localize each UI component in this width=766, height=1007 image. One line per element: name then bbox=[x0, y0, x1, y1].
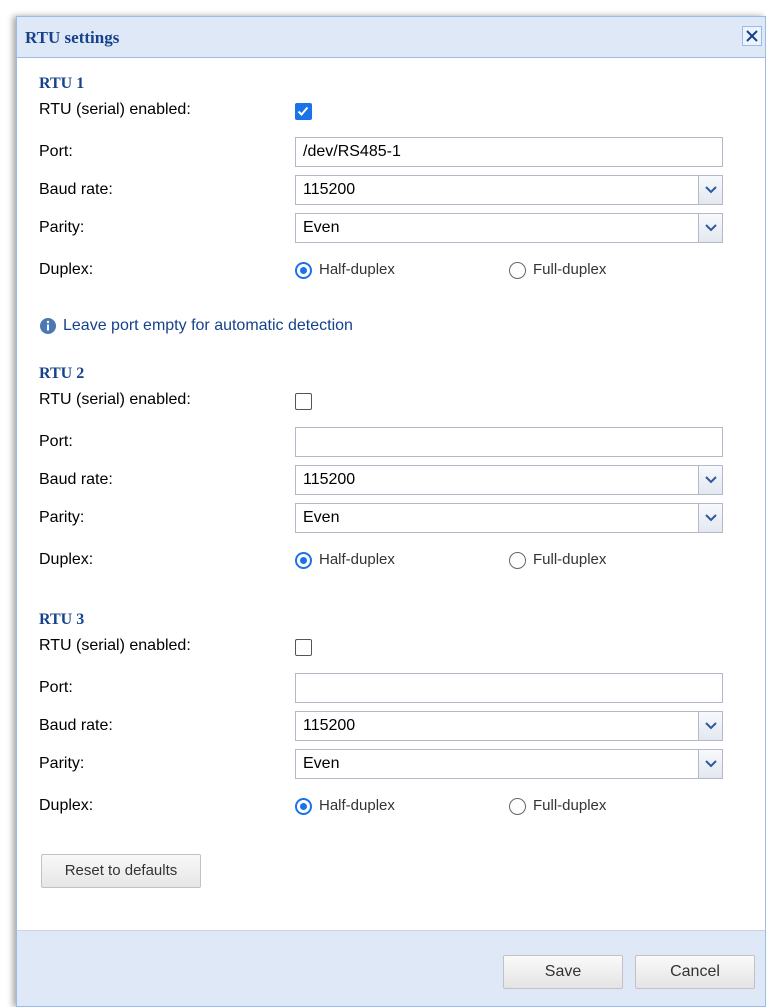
chevron-down-icon bbox=[705, 514, 717, 522]
rtu-2-full-duplex-radio[interactable] bbox=[509, 552, 526, 569]
rtu-3-baud-select[interactable]: 115200 bbox=[295, 711, 723, 741]
close-icon bbox=[746, 30, 758, 42]
rtu-2-parity-label: Parity: bbox=[39, 509, 85, 526]
rtu-3-parity-value: Even bbox=[303, 755, 340, 772]
rtu-3-enabled-checkbox[interactable] bbox=[295, 639, 312, 656]
rtu-2-half-duplex-radio[interactable] bbox=[295, 552, 312, 569]
rtu-1-port-label: Port: bbox=[39, 143, 73, 160]
rtu-1-baud-dropdown-trigger[interactable] bbox=[698, 176, 722, 204]
chevron-down-icon bbox=[705, 476, 717, 484]
rtu-2-enabled-label: RTU (serial) enabled: bbox=[39, 391, 191, 408]
rtu-2-enabled-row: RTU (serial) enabled: bbox=[39, 387, 729, 417]
rtu-3-full-duplex-label: Full-duplex bbox=[533, 797, 607, 814]
chevron-down-icon bbox=[705, 760, 717, 768]
info-text: Leave port empty for automatic detection bbox=[63, 317, 353, 334]
rtu-3-parity-row: Parity: Even bbox=[39, 749, 729, 779]
rtu-2-baud-label: Baud rate: bbox=[39, 471, 113, 488]
rtu-3-port-row: Port: bbox=[39, 673, 729, 703]
checkmark-icon bbox=[297, 106, 309, 116]
rtu-3-enabled-row: RTU (serial) enabled: bbox=[39, 633, 729, 663]
rtu-1-title: RTU 1 bbox=[39, 75, 85, 92]
rtu-2-parity-row: Parity: Even bbox=[39, 503, 729, 533]
rtu-1-half-duplex-radio[interactable] bbox=[295, 262, 312, 279]
dialog-titlebar: RTU settings bbox=[17, 17, 765, 58]
chevron-down-icon bbox=[705, 722, 717, 730]
rtu-2-port-row: Port: bbox=[39, 427, 729, 457]
rtu-3-half-duplex-radio[interactable] bbox=[295, 798, 312, 815]
rtu-3-port-label: Port: bbox=[39, 679, 73, 696]
chevron-down-icon bbox=[705, 186, 717, 194]
rtu-2-baud-dropdown-trigger[interactable] bbox=[698, 466, 722, 494]
rtu-3-baud-label: Baud rate: bbox=[39, 717, 113, 734]
rtu-1-duplex-row: Duplex: Half-duplex Full-duplex bbox=[39, 255, 729, 285]
rtu-3-baud-row: Baud rate: 115200 bbox=[39, 711, 729, 741]
rtu-2-title: RTU 2 bbox=[39, 365, 85, 382]
rtu-3-duplex-row: Duplex: Half-duplex Full-duplex bbox=[39, 791, 729, 821]
rtu-1-port-input[interactable]: /dev/RS485-1 bbox=[295, 137, 723, 167]
rtu-1-parity-row: Parity: Even bbox=[39, 213, 729, 243]
rtu-3-parity-select[interactable]: Even bbox=[295, 749, 723, 779]
rtu-3-full-duplex-radio[interactable] bbox=[509, 798, 526, 815]
rtu-1-parity-dropdown-trigger[interactable] bbox=[698, 214, 722, 242]
dialog-title: RTU settings bbox=[25, 28, 120, 47]
rtu-2-parity-select[interactable]: Even bbox=[295, 503, 723, 533]
rtu-3-title: RTU 3 bbox=[39, 611, 85, 628]
rtu-1-enabled-label: RTU (serial) enabled: bbox=[39, 101, 191, 118]
rtu-1-parity-value: Even bbox=[303, 219, 340, 236]
rtu-1-half-duplex-label: Half-duplex bbox=[319, 261, 395, 278]
rtu-3-baud-value: 115200 bbox=[303, 717, 356, 734]
rtu-2-enabled-checkbox[interactable] bbox=[295, 393, 312, 410]
rtu-1-full-duplex-label: Full-duplex bbox=[533, 261, 607, 278]
reset-to-defaults-button[interactable]: Reset to defaults bbox=[41, 854, 201, 888]
rtu-2-baud-value: 115200 bbox=[303, 471, 356, 488]
rtu-1-duplex-label: Duplex: bbox=[39, 261, 94, 278]
rtu-2-duplex-label: Duplex: bbox=[39, 551, 94, 568]
info-icon bbox=[40, 318, 56, 334]
rtu-1-baud-value: 115200 bbox=[303, 181, 356, 198]
dialog-footer: Save Cancel bbox=[17, 930, 765, 1006]
rtu-2-baud-select[interactable]: 115200 bbox=[295, 465, 723, 495]
rtu-1-full-duplex-radio[interactable] bbox=[509, 262, 526, 279]
rtu-settings-dialog: RTU settings RTU 1 RTU (serial) enabled:… bbox=[16, 16, 766, 1007]
cancel-button[interactable]: Cancel bbox=[635, 955, 755, 989]
save-button[interactable]: Save bbox=[503, 955, 623, 989]
rtu-2-duplex-row: Duplex: Half-duplex Full-duplex bbox=[39, 545, 729, 575]
rtu-2-parity-dropdown-trigger[interactable] bbox=[698, 504, 722, 532]
rtu-3-parity-label: Parity: bbox=[39, 755, 85, 772]
close-button[interactable] bbox=[742, 26, 762, 46]
rtu-1-enabled-checkbox[interactable] bbox=[295, 103, 312, 120]
rtu-1-parity-label: Parity: bbox=[39, 219, 85, 236]
rtu-2-baud-row: Baud rate: 115200 bbox=[39, 465, 729, 495]
rtu-3-parity-dropdown-trigger[interactable] bbox=[698, 750, 722, 778]
rtu-1-baud-label: Baud rate: bbox=[39, 181, 113, 198]
rtu-2-full-duplex-label: Full-duplex bbox=[533, 551, 607, 568]
rtu-2-half-duplex-label: Half-duplex bbox=[319, 551, 395, 568]
rtu-3-duplex-label: Duplex: bbox=[39, 797, 94, 814]
rtu-3-half-duplex-label: Half-duplex bbox=[319, 797, 395, 814]
rtu-3-baud-dropdown-trigger[interactable] bbox=[698, 712, 722, 740]
chevron-down-icon bbox=[705, 224, 717, 232]
rtu-1-enabled-row: RTU (serial) enabled: bbox=[39, 97, 729, 127]
rtu-3-port-input[interactable] bbox=[295, 673, 723, 703]
rtu-2-port-label: Port: bbox=[39, 433, 73, 450]
rtu-1-baud-row: Baud rate: 115200 bbox=[39, 175, 729, 205]
rtu-1-parity-select[interactable]: Even bbox=[295, 213, 723, 243]
rtu-2-port-input[interactable] bbox=[295, 427, 723, 457]
rtu-1-port-row: Port: /dev/RS485-1 bbox=[39, 137, 729, 167]
rtu-1-baud-select[interactable]: 115200 bbox=[295, 175, 723, 205]
rtu-2-parity-value: Even bbox=[303, 509, 340, 526]
rtu-3-enabled-label: RTU (serial) enabled: bbox=[39, 637, 191, 654]
